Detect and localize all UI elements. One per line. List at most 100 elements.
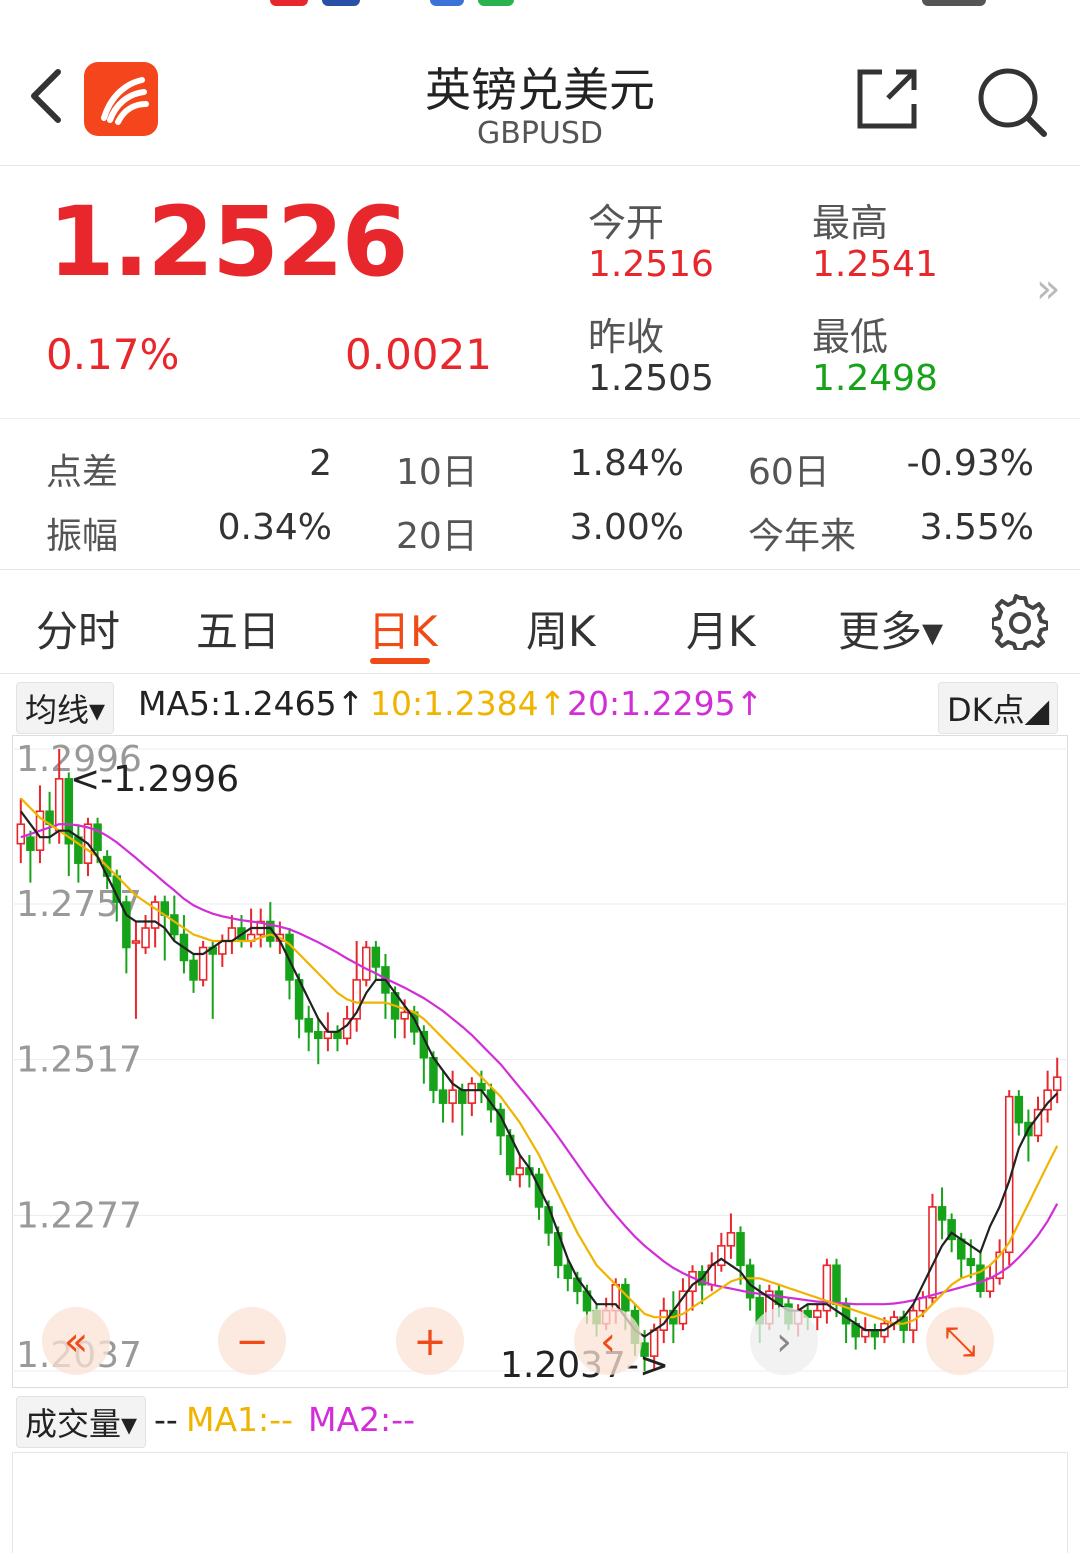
candle-body bbox=[141, 927, 150, 949]
search-icon[interactable] bbox=[976, 66, 1048, 138]
notification-icon bbox=[270, 0, 308, 6]
chart-frame bbox=[12, 735, 1068, 1388]
candle-body bbox=[813, 1309, 822, 1318]
candle-body bbox=[26, 836, 35, 851]
tab-intraday[interactable]: 分时 bbox=[36, 598, 120, 659]
ma5-label: MA5:1.2465↑ bbox=[138, 684, 365, 723]
candle-body bbox=[400, 1011, 409, 1020]
prev-close-value: 1.2505 bbox=[588, 358, 714, 399]
high-marker-label: <-1.2996 bbox=[70, 759, 239, 800]
candle-body bbox=[314, 1030, 323, 1040]
volume-ma2: MA2:-- bbox=[308, 1400, 415, 1439]
tab-monthly-k[interactable]: 月K bbox=[686, 598, 756, 659]
candle-body bbox=[966, 1257, 976, 1267]
tab-daily-k[interactable]: 日K bbox=[368, 598, 438, 659]
notification-icon bbox=[478, 0, 514, 6]
candle-body bbox=[304, 1018, 313, 1033]
control-icon: ‹ bbox=[600, 1319, 616, 1365]
d60-label: 60日 bbox=[748, 452, 830, 493]
change-amount: 0.0021 bbox=[345, 330, 492, 379]
candle-body bbox=[515, 1167, 525, 1176]
candle-body bbox=[438, 1089, 448, 1104]
kline-svg[interactable]: 1.29961.27571.25171.22771.2037<-1.29961.… bbox=[12, 735, 1068, 1388]
high-value: 1.2541 bbox=[812, 244, 938, 285]
d10-label: 10日 bbox=[396, 452, 478, 493]
scroll-left-button[interactable]: ‹ bbox=[574, 1307, 642, 1375]
scroll-left-fast-button[interactable]: « bbox=[42, 1307, 110, 1375]
gear-icon[interactable] bbox=[992, 594, 1048, 650]
amplitude-label: 振幅 bbox=[46, 516, 119, 557]
d20-label: 20日 bbox=[396, 516, 478, 557]
app-header: 英镑兑美元 GBPUSD bbox=[0, 14, 1080, 166]
candle-body bbox=[189, 959, 198, 981]
control-icon: « bbox=[64, 1319, 88, 1365]
y-tick-label: 1.2517 bbox=[16, 1040, 142, 1081]
control-icon: › bbox=[776, 1319, 792, 1365]
d60-value: -0.93% bbox=[906, 443, 1034, 484]
zoom-out-button[interactable]: − bbox=[218, 1307, 286, 1375]
open-value: 1.2516 bbox=[588, 244, 714, 285]
candle-body bbox=[93, 823, 102, 851]
tab-weekly-k[interactable]: 周K bbox=[526, 598, 596, 659]
tab-five-day[interactable]: 五日 bbox=[196, 598, 280, 659]
candle-body bbox=[448, 1089, 457, 1104]
candle-body bbox=[1052, 1076, 1062, 1091]
ma-selector[interactable]: 均线▾ bbox=[16, 682, 115, 734]
share-icon[interactable] bbox=[856, 68, 918, 130]
volume-ma1: MA1:-- bbox=[186, 1400, 293, 1439]
last-price: 1.2526 bbox=[48, 186, 408, 298]
high-label: 最高 bbox=[812, 201, 889, 245]
candle-body bbox=[457, 1089, 467, 1104]
candle-body bbox=[937, 1206, 947, 1221]
candle-body bbox=[928, 1206, 937, 1299]
notification-icon bbox=[430, 0, 464, 6]
page-subtitle: GBPUSD bbox=[476, 116, 604, 151]
battery-icon bbox=[922, 0, 986, 6]
candle-body bbox=[16, 823, 26, 845]
volume-legend-row: 成交量▾ -- MA1:-- MA2:-- bbox=[0, 1392, 1080, 1448]
tab-more[interactable]: 更多▾ bbox=[838, 598, 943, 659]
volume-dash: -- bbox=[154, 1400, 178, 1439]
dk-button[interactable]: DK点◢ bbox=[938, 682, 1059, 734]
page-title: 英镑兑美元 bbox=[425, 63, 655, 117]
spread-label: 点差 bbox=[46, 452, 119, 493]
period-tabs: 分时 五日 日K 周K 月K 更多▾ bbox=[0, 570, 1080, 674]
status-bar bbox=[0, 0, 1080, 14]
candle-body bbox=[563, 1264, 573, 1280]
candle-body bbox=[170, 914, 179, 936]
active-tab-indicator bbox=[370, 658, 430, 664]
candle-body bbox=[918, 1296, 928, 1312]
open-label: 今开 bbox=[588, 201, 665, 245]
scroll-right-button[interactable]: › bbox=[750, 1307, 818, 1375]
d10-value: 1.84% bbox=[569, 443, 684, 484]
d20-value: 3.00% bbox=[569, 507, 684, 548]
volume-selector[interactable]: 成交量▾ bbox=[16, 1396, 147, 1448]
kline-chart[interactable]: 1.29961.27571.25171.22771.2037<-1.29961.… bbox=[12, 735, 1068, 1388]
fullscreen-button[interactable]: ⤡ bbox=[926, 1307, 994, 1375]
candle-body bbox=[726, 1232, 736, 1247]
control-icon: ⤡ bbox=[944, 1319, 976, 1365]
ma20-label: 20:1.2295↑ bbox=[567, 684, 764, 723]
control-icon: − bbox=[235, 1319, 269, 1365]
amplitude-value: 0.34% bbox=[217, 507, 332, 548]
spread-value: 2 bbox=[309, 443, 332, 484]
zoom-in-button[interactable]: + bbox=[396, 1307, 464, 1375]
volume-chart[interactable] bbox=[12, 1452, 1068, 1553]
y-tick-label: 1.2277 bbox=[16, 1195, 142, 1236]
candle-body bbox=[362, 946, 371, 981]
more-quote-arrow-icon[interactable]: » bbox=[1036, 266, 1060, 312]
ma-legend-row: 均线▾ MA5:1.2465↑ 10:1.2384↑ 20:1.2295↑ DK… bbox=[0, 676, 1080, 734]
app-logo bbox=[84, 62, 158, 136]
notification-icon bbox=[322, 0, 360, 6]
control-icon: + bbox=[413, 1319, 447, 1365]
candle-body bbox=[54, 778, 64, 832]
back-arrow-icon[interactable] bbox=[22, 66, 72, 126]
prev-close-label: 昨收 bbox=[588, 315, 665, 359]
candle-body bbox=[717, 1245, 726, 1267]
candle-body bbox=[467, 1082, 477, 1104]
candle-body bbox=[131, 940, 141, 944]
ma10-label: 10:1.2384↑ bbox=[370, 684, 567, 723]
change-percent: 0.17% bbox=[46, 330, 180, 379]
candle-body bbox=[371, 946, 381, 968]
ytd-label: 今年来 bbox=[748, 516, 857, 557]
